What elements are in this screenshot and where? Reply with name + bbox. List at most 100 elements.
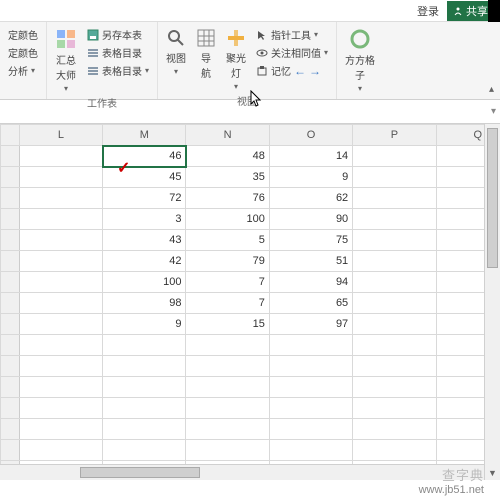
cell-P10[interactable] [353,335,436,356]
cell-M11[interactable] [103,356,186,377]
cell-M9[interactable]: 9 [103,314,186,335]
cell-P12[interactable] [353,377,436,398]
scrollbar-thumb[interactable] [80,467,200,478]
cell-M13[interactable] [103,398,186,419]
cell-P7[interactable] [353,272,436,293]
cell-O1[interactable]: 14 [269,146,352,167]
cell-L15[interactable] [19,440,102,461]
col-header-P[interactable]: P [353,125,436,146]
cell-N3[interactable]: 76 [186,188,269,209]
cell-N12[interactable] [186,377,269,398]
cell-M15[interactable] [103,440,186,461]
cell-N8[interactable]: 7 [186,293,269,314]
cell-L2[interactable] [19,167,102,188]
cell-M10[interactable] [103,335,186,356]
cell-N5[interactable]: 5 [186,230,269,251]
scroll-down[interactable]: ▼ [485,468,500,478]
cell-O2[interactable]: 9 [269,167,352,188]
cell-N13[interactable] [186,398,269,419]
cell-O4[interactable]: 90 [269,209,352,230]
cell-M8[interactable]: 98 [103,293,186,314]
col-header-L[interactable]: L [19,125,102,146]
cell-N9[interactable]: 15 [186,314,269,335]
spotlight-button[interactable]: 聚光 灯▾ [224,26,248,93]
cell-O13[interactable] [269,398,352,419]
cell-P8[interactable] [353,293,436,314]
cell-O14[interactable] [269,419,352,440]
cell-O6[interactable]: 51 [269,251,352,272]
cell-O15[interactable] [269,440,352,461]
cell-P3[interactable] [353,188,436,209]
view-button[interactable]: 视图▾ [164,26,188,78]
cell-P13[interactable] [353,398,436,419]
login-link[interactable]: 登录 [417,3,439,19]
vertical-scrollbar[interactable]: ▼ [484,124,500,480]
cell-L11[interactable] [19,356,102,377]
sheet-index-1[interactable]: 表格目录 [85,44,151,61]
cell-L13[interactable] [19,398,102,419]
cell-O10[interactable] [269,335,352,356]
cell-L4[interactable] [19,209,102,230]
cell-P14[interactable] [353,419,436,440]
col-header-N[interactable]: N [186,125,269,146]
cell-N15[interactable] [186,440,269,461]
sheet-index-2[interactable]: 表格目录 ▾ [85,62,151,79]
cell-P1[interactable] [353,146,436,167]
cell-L6[interactable] [19,251,102,272]
cell-M3[interactable]: 72 [103,188,186,209]
cell-P4[interactable] [353,209,436,230]
nav-button[interactable]: 导 航 [194,26,218,82]
cell-L12[interactable] [19,377,102,398]
color-item-1[interactable]: 定颜色 [6,26,40,43]
pointer-tool[interactable]: 指针工具 ▾ [254,26,330,43]
cell-O9[interactable]: 97 [269,314,352,335]
col-header-O[interactable]: O [269,125,352,146]
cell-M12[interactable] [103,377,186,398]
cell-O11[interactable] [269,356,352,377]
formula-expand[interactable]: ▾ [491,106,496,117]
cell-O5[interactable]: 75 [269,230,352,251]
cell-L10[interactable] [19,335,102,356]
same-value[interactable]: 关注相同值 ▾ [254,44,330,61]
cell-P5[interactable] [353,230,436,251]
cell-O3[interactable]: 62 [269,188,352,209]
cell-O12[interactable] [269,377,352,398]
cell-M7[interactable]: 100 [103,272,186,293]
cell-P11[interactable] [353,356,436,377]
cell-L7[interactable] [19,272,102,293]
cell-M1[interactable]: 46 [103,146,186,167]
cell-M5[interactable]: 43 [103,230,186,251]
color-item-2[interactable]: 定颜色 [6,44,40,61]
cell-M6[interactable]: 42 [103,251,186,272]
cell-N1[interactable]: 48 [186,146,269,167]
cell-L3[interactable] [19,188,102,209]
nav-back[interactable]: ← [294,64,306,78]
memory-nav[interactable]: 记忆 ← → [254,62,330,79]
cell-O7[interactable]: 94 [269,272,352,293]
share-button[interactable]: 共享 [447,1,494,21]
nav-fwd[interactable]: → [309,64,321,78]
ffgz-button[interactable]: 方方格 子▾ [343,26,377,95]
cell-P9[interactable] [353,314,436,335]
cell-O8[interactable]: 65 [269,293,352,314]
horizontal-scrollbar[interactable] [0,464,484,480]
scrollbar-thumb[interactable] [487,128,498,268]
cell-P2[interactable] [353,167,436,188]
cell-P15[interactable] [353,440,436,461]
col-header-M[interactable]: M [103,125,186,146]
cell-L14[interactable] [19,419,102,440]
cell-M2[interactable]: 45 [103,167,186,188]
cell-N2[interactable]: 35 [186,167,269,188]
summary-master-button[interactable]: 汇总 大师 ▾ [53,26,79,95]
analyze-item[interactable]: 分析 ▾ [6,62,40,79]
save-sheet-button[interactable]: 另存本表 [85,26,151,43]
cell-N6[interactable]: 79 [186,251,269,272]
cell-P6[interactable] [353,251,436,272]
cell-N11[interactable] [186,356,269,377]
cell-N10[interactable] [186,335,269,356]
cell-N7[interactable]: 7 [186,272,269,293]
cell-L8[interactable] [19,293,102,314]
cell-L1[interactable] [19,146,102,167]
cell-N4[interactable]: 100 [186,209,269,230]
spreadsheet-grid[interactable]: LMNOPQ 464814453597276623100904357542795… [0,124,500,480]
